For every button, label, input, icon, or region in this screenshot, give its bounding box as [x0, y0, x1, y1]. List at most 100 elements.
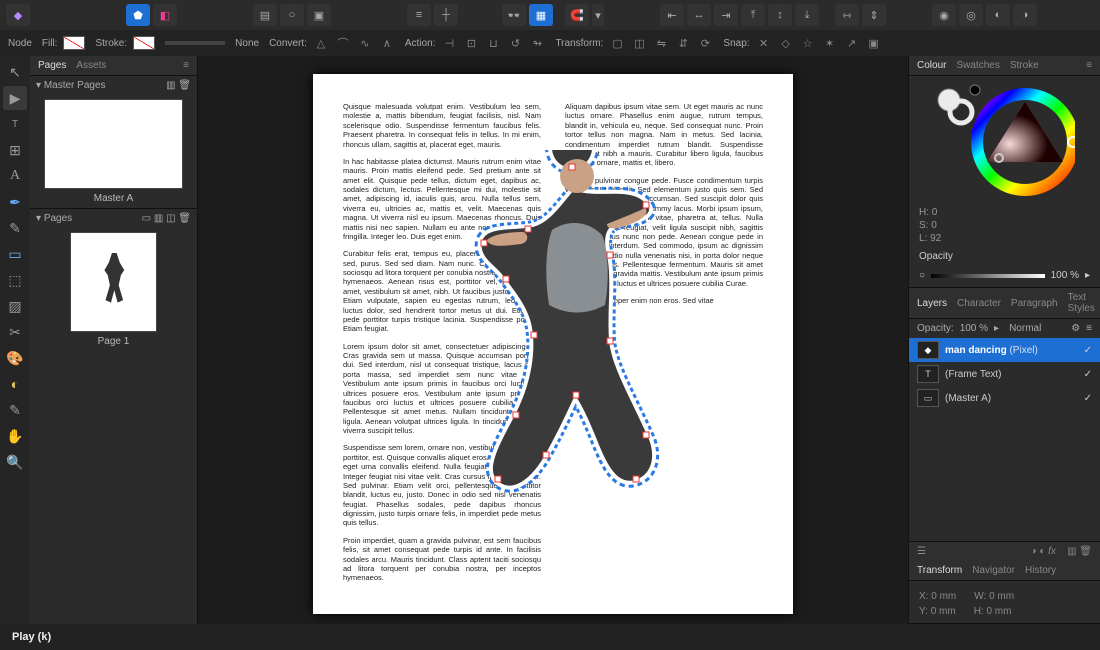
fx-icon[interactable]: fx [1048, 546, 1056, 557]
page-1-thumbnail[interactable] [70, 232, 157, 332]
boolean-add-icon[interactable]: ◉ [932, 4, 956, 26]
rectangle-tool-icon[interactable]: ▭ [3, 242, 27, 266]
snap-off2-icon[interactable]: ▣ [866, 35, 882, 51]
align-left-icon[interactable]: ⇤ [660, 4, 684, 26]
mask-icon[interactable]: ◑ [1031, 546, 1037, 557]
transparency-tool-icon[interactable]: ◐ [3, 372, 27, 396]
textstyles-tab[interactable]: Text Styles [1068, 292, 1095, 314]
layer-visible-icon[interactable]: ✓ [1084, 369, 1092, 380]
layers-tab[interactable]: Layers [917, 298, 947, 309]
add-master-icon[interactable]: ▥ [166, 80, 178, 91]
distribute-v-icon[interactable]: ⇕ [862, 4, 886, 26]
boolean-subtract-icon[interactable]: ◎ [959, 4, 983, 26]
add-page-icon[interactable]: ▥ [154, 213, 166, 224]
guides-icon[interactable]: ┼ [434, 4, 458, 26]
stroke-swatch[interactable] [133, 36, 155, 50]
convert-sharp-icon[interactable]: △ [313, 35, 329, 51]
table-tool-icon[interactable]: ⊞ [3, 138, 27, 162]
layers-stack-icon[interactable]: ☰ [917, 546, 926, 557]
designer-persona-icon[interactable]: ⬟ [126, 4, 150, 26]
zoom-tool-icon[interactable]: 🔍 [3, 450, 27, 474]
canvas-area[interactable]: Quisque malesuada volutpat enim. Vestibu… [198, 56, 908, 624]
fill-swatch[interactable] [63, 36, 85, 50]
transform-flip-v-icon[interactable]: ⇵ [675, 35, 691, 51]
preview-mode-icon[interactable]: ▣ [307, 4, 331, 26]
circle-tool-icon[interactable]: ○ [280, 4, 304, 26]
colour-menu-icon[interactable]: ≡ [1086, 60, 1092, 71]
node-tool-icon[interactable]: ▶ [3, 86, 27, 110]
snap-handle-icon[interactable]: ☆ [800, 35, 816, 51]
doc-setup-icon[interactable]: ▤ [253, 4, 277, 26]
layer-opacity-value[interactable]: 100 % [960, 323, 988, 334]
delete-master-icon[interactable]: 🗑 [178, 80, 191, 91]
convert-smooth-icon[interactable]: ⌒ [335, 35, 351, 51]
frame-text-tool-icon[interactable]: A [3, 164, 27, 188]
man-dancing-image[interactable] [457, 150, 687, 530]
align-center-h-icon[interactable]: ↔ [687, 4, 711, 26]
action-break-icon[interactable]: ⊣ [441, 35, 457, 51]
transform-y-value[interactable]: 0 mm [931, 606, 956, 617]
transform-h-value[interactable]: 0 mm [986, 606, 1011, 617]
snap-geom-icon[interactable]: ◇ [778, 35, 794, 51]
transform-flip-h-icon[interactable]: ⇋ [653, 35, 669, 51]
transform-x-value[interactable]: 0 mm [931, 591, 956, 602]
layer-opacity-step-icon[interactable]: ▸ [994, 323, 999, 334]
action-smooth-icon[interactable]: ↬ [529, 35, 545, 51]
action-join-icon[interactable]: ⊔ [485, 35, 501, 51]
place-image-tool-icon[interactable]: ▨ [3, 294, 27, 318]
distribute-h-icon[interactable]: ⇿ [835, 4, 859, 26]
adjustment-icon[interactable]: ◐ [1039, 546, 1045, 557]
navigator-tab[interactable]: Navigator [972, 565, 1015, 576]
stroke-tab[interactable]: Stroke [1010, 60, 1039, 71]
dup-page-icon[interactable]: ◫ [166, 213, 178, 224]
align-right-icon[interactable]: ⇥ [714, 4, 738, 26]
master-a-thumbnail[interactable] [44, 99, 183, 189]
pixel-persona-icon[interactable]: ◧ [153, 4, 177, 26]
transform-boundingbox-icon[interactable]: ▢ [609, 35, 625, 51]
transform-cycle-icon[interactable]: ◫ [631, 35, 647, 51]
pages-tab[interactable]: Pages [38, 60, 66, 71]
layer-blend-mode[interactable]: Normal [1009, 323, 1041, 334]
align-top-icon[interactable]: ⤒ [741, 4, 765, 26]
transform-tab[interactable]: Transform [917, 565, 962, 576]
transform-rotate-icon[interactable]: ⟳ [697, 35, 713, 51]
fill-tool-icon[interactable]: 🎨 [3, 346, 27, 370]
layer-row-frame-text[interactable]: T (Frame Text) ✓ [909, 362, 1100, 386]
paragraph-tab[interactable]: Paragraph [1011, 298, 1058, 309]
assets-tab[interactable]: Assets [76, 60, 106, 71]
boolean-intersect-icon[interactable]: ◐ [986, 4, 1010, 26]
remove-layer-icon[interactable]: 🗑 [1079, 546, 1092, 557]
snap-node-icon[interactable]: ✕ [756, 35, 772, 51]
align-bottom-icon[interactable]: ⤓ [795, 4, 819, 26]
history-tab[interactable]: History [1025, 565, 1056, 576]
delete-page-icon[interactable]: 🗑 [178, 213, 191, 224]
align-center-v-icon[interactable]: ↕ [768, 4, 792, 26]
action-reverse-icon[interactable]: ↺ [507, 35, 523, 51]
move-tool-icon[interactable]: ↖ [3, 60, 27, 84]
color-picker-tool-icon[interactable]: ✎ [3, 398, 27, 422]
baseline-grid-icon[interactable]: ≡ [407, 4, 431, 26]
action-close-icon[interactable]: ⊡ [463, 35, 479, 51]
artistic-text-tool-icon[interactable]: T [3, 112, 27, 136]
layer-row-man-dancing[interactable]: ◆ man dancing (Pixel) ✓ [909, 338, 1100, 362]
colour-wheel[interactable] [909, 76, 1100, 206]
layer-row-master[interactable]: ▭ (Master A) ✓ [909, 386, 1100, 410]
add-layer-icon[interactable]: ▥ [1067, 546, 1076, 557]
transform-w-value[interactable]: 0 mm [989, 591, 1014, 602]
stroke-width-slider[interactable] [165, 41, 225, 45]
layer-options-icon[interactable]: ≡ [1086, 323, 1092, 334]
picture-frame-tool-icon[interactable]: ⬚ [3, 268, 27, 292]
snap-off1-icon[interactable]: ↗ [844, 35, 860, 51]
vector-crop-tool-icon[interactable]: ✂ [3, 320, 27, 344]
spread-toggle-icon[interactable]: ▭ [142, 213, 154, 224]
pen-tool-icon[interactable]: ✒ [3, 190, 27, 214]
character-tab[interactable]: Character [957, 298, 1001, 309]
opacity-slider[interactable] [931, 274, 1045, 278]
opacity-step-icon[interactable]: ▸ [1085, 270, 1090, 281]
snap-all-icon[interactable]: ✶ [822, 35, 838, 51]
clip-canvas-icon[interactable]: ▦ [529, 4, 553, 26]
convert-line-icon[interactable]: ∧ [379, 35, 395, 51]
layer-lock-icon[interactable]: ⚙ [1071, 323, 1080, 334]
panel-menu-icon[interactable]: ≡ [183, 60, 189, 71]
view-tool-icon[interactable]: ✋ [3, 424, 27, 448]
